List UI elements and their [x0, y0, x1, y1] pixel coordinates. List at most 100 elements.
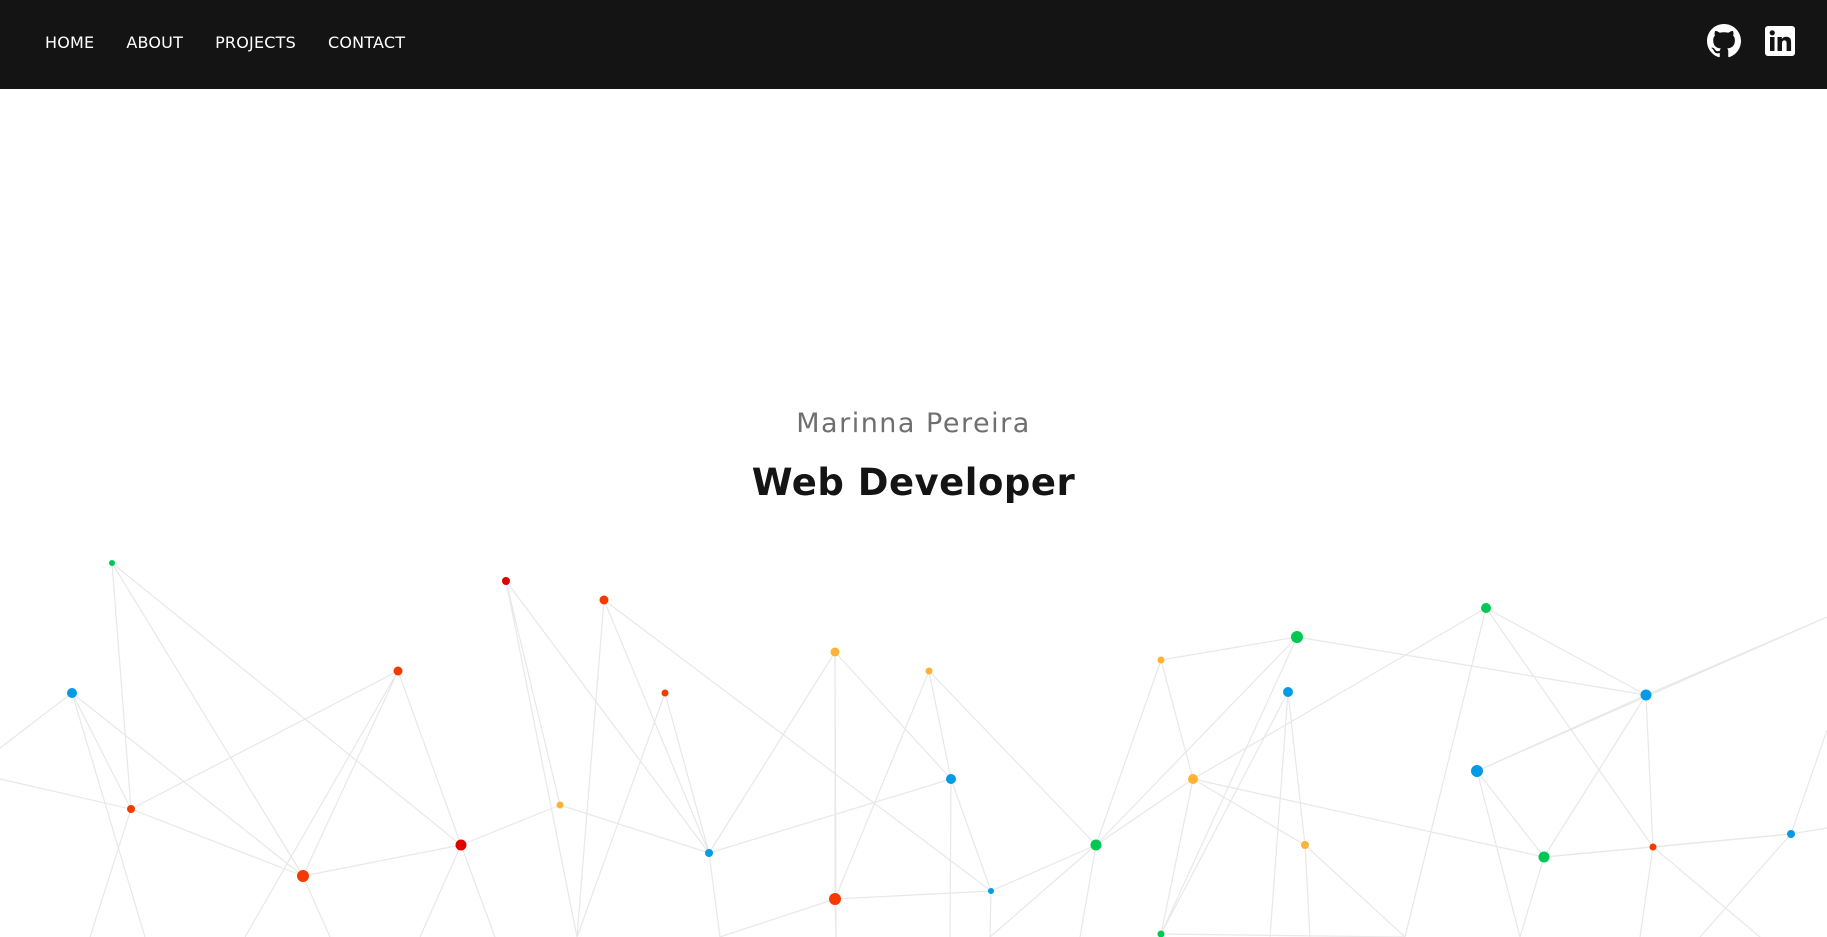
network-line	[603, 599, 710, 854]
network-dot	[1301, 841, 1309, 849]
network-line	[1699, 833, 1792, 937]
network-line	[1790, 827, 1827, 835]
network-line	[1304, 844, 1311, 937]
network-dot	[1471, 765, 1483, 777]
network-line	[664, 692, 710, 854]
network-line	[989, 890, 992, 937]
network-dot	[705, 849, 713, 857]
network-line	[1160, 636, 1298, 661]
network-line	[419, 844, 462, 937]
hero-name: Marinna Pereira	[796, 408, 1031, 439]
network-dot	[67, 688, 77, 698]
github-link[interactable]	[1707, 24, 1741, 58]
network-line	[990, 844, 1097, 892]
network-line	[1160, 778, 1194, 935]
network-line	[71, 692, 146, 937]
network-dot	[1481, 603, 1491, 613]
nav-link-home[interactable]: HOME	[45, 33, 94, 52]
network-dot	[393, 666, 403, 676]
network-line	[576, 599, 605, 937]
network-line	[89, 808, 132, 937]
network-dot	[556, 801, 564, 809]
network-line	[0, 778, 132, 810]
nav-link-contact[interactable]: CONTACT	[328, 33, 405, 52]
network-line	[1639, 846, 1654, 937]
network-line	[1519, 856, 1545, 937]
network-line	[1160, 636, 1298, 935]
network-dot	[988, 888, 994, 894]
network-dot	[127, 805, 135, 813]
network-line	[1645, 694, 1654, 848]
network-line	[1192, 778, 1306, 846]
network-dot	[599, 595, 609, 605]
network-dot	[1538, 851, 1550, 863]
network-line	[302, 844, 462, 877]
network-line	[1160, 691, 1289, 935]
network-line	[950, 778, 992, 892]
network-line	[708, 778, 952, 854]
network-line	[708, 651, 836, 854]
network-dot	[661, 689, 669, 697]
network-dot	[830, 647, 840, 657]
network-line	[1476, 770, 1521, 937]
linkedin-link[interactable]	[1763, 24, 1797, 58]
github-icon	[1707, 24, 1741, 58]
network-line	[1485, 607, 1654, 848]
nav-links: HOME ABOUT PROJECTS CONTACT	[45, 0, 405, 84]
navbar: HOME ABOUT PROJECTS CONTACT	[0, 0, 1827, 89]
network-background	[0, 560, 1827, 937]
network-line	[1095, 636, 1298, 846]
network-line	[130, 808, 304, 877]
nav-link-about[interactable]: ABOUT	[126, 33, 183, 52]
nav-link-projects[interactable]: PROJECTS	[215, 33, 296, 52]
network-line	[1790, 729, 1827, 835]
network-dot	[109, 560, 115, 566]
network-line	[559, 804, 710, 854]
network-dot	[1157, 930, 1165, 937]
network-line	[302, 875, 331, 937]
network-line	[505, 580, 578, 937]
network-dot	[1090, 839, 1102, 851]
network-line	[1095, 659, 1162, 846]
network-line	[1476, 616, 1827, 772]
network-line	[460, 804, 561, 846]
network-line	[302, 670, 399, 877]
network-line	[834, 651, 952, 780]
network-line	[111, 562, 304, 877]
network-line	[719, 898, 836, 937]
network-dot	[1640, 689, 1652, 701]
network-dot	[1787, 830, 1795, 838]
network-dot	[946, 774, 956, 784]
network-line	[1192, 778, 1545, 858]
network-line	[505, 580, 710, 854]
network-dot	[1291, 631, 1303, 643]
network-dot	[455, 839, 467, 851]
network-line	[989, 844, 1097, 937]
network-dot	[829, 893, 841, 905]
network-dot	[1157, 656, 1165, 664]
network-line	[928, 670, 952, 780]
network-line	[1079, 844, 1097, 937]
network-line	[1304, 844, 1406, 937]
network-line	[111, 562, 132, 810]
network-dot	[1283, 687, 1293, 697]
network-dot	[1188, 774, 1198, 784]
network-line	[1652, 833, 1792, 848]
network-line	[1652, 846, 1761, 937]
social-links	[1707, 24, 1797, 58]
network-line	[1192, 607, 1487, 780]
network-line	[928, 670, 1097, 846]
network-line	[71, 692, 304, 877]
network-line	[949, 778, 952, 937]
network-dot	[1649, 843, 1657, 851]
network-dot	[502, 577, 510, 585]
network-line	[111, 562, 462, 846]
network-line	[834, 890, 992, 900]
network-line	[460, 844, 496, 937]
network-dot	[925, 667, 933, 675]
network-line	[505, 580, 561, 806]
network-line	[603, 599, 992, 892]
hero-title: Web Developer	[751, 461, 1076, 504]
network-line	[708, 852, 721, 937]
linkedin-icon	[1765, 26, 1795, 56]
